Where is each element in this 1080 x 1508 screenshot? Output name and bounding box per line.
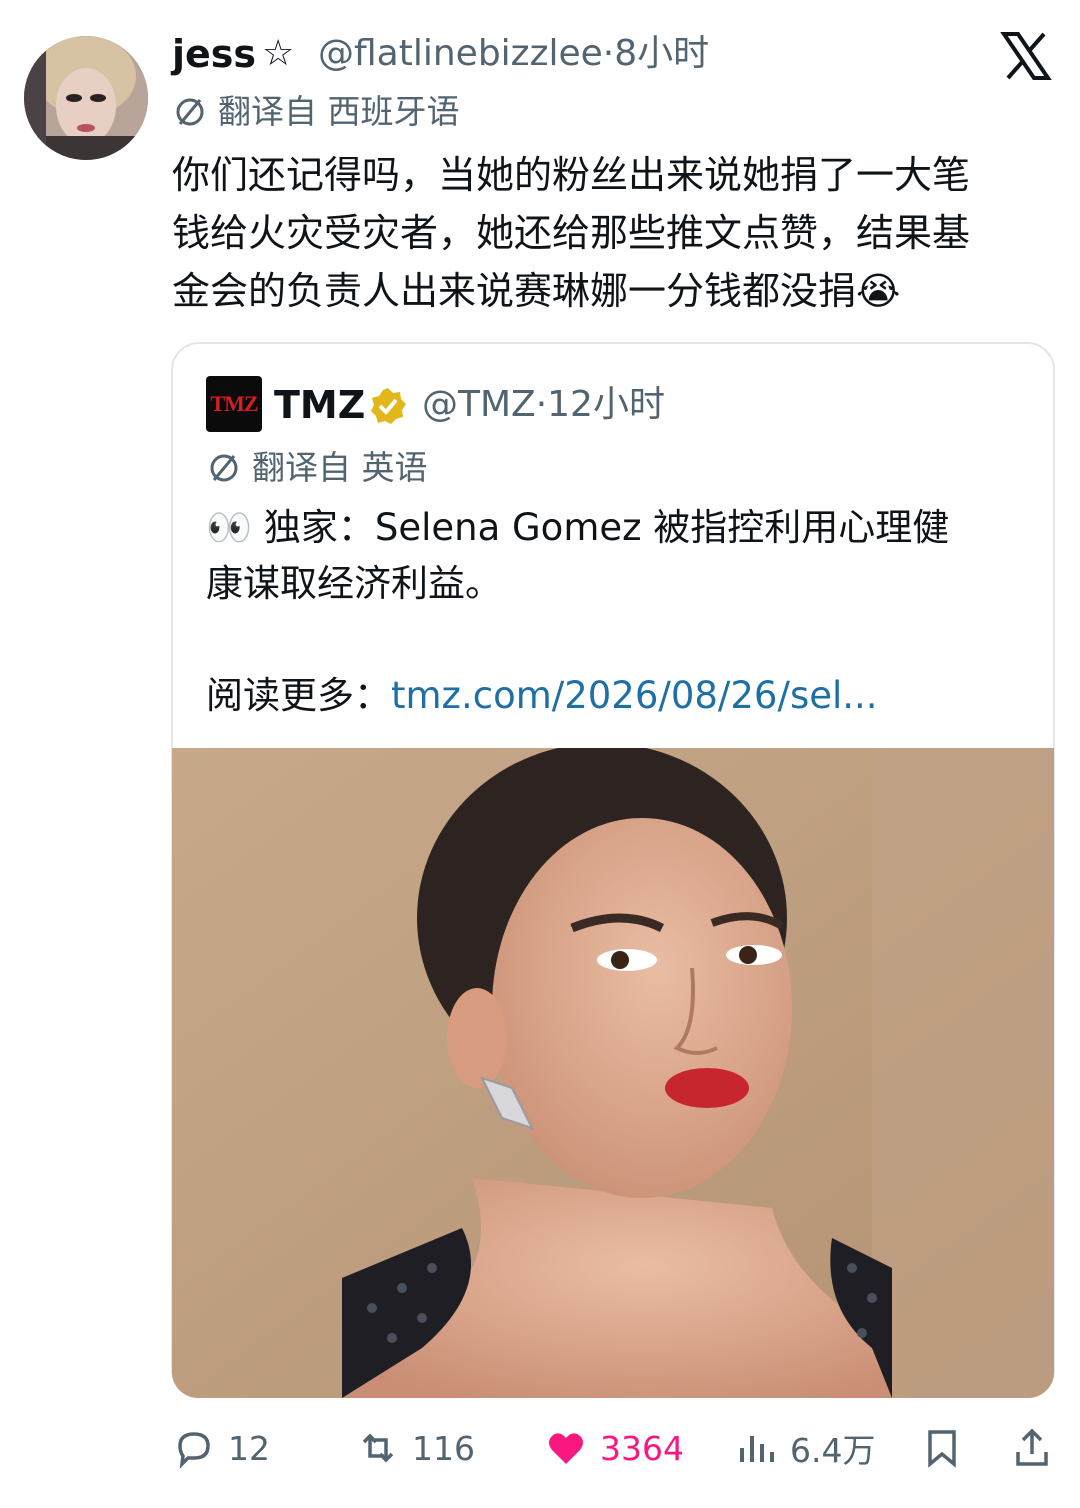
tweet-text-line: 金会的负责人出来说赛琳娜一分钱都没捐😭 bbox=[172, 269, 901, 313]
retweet-button[interactable]: 116 bbox=[356, 1416, 475, 1480]
quote-text-line: 康谋取经济利益。 bbox=[206, 562, 502, 605]
bookmark-button[interactable] bbox=[920, 1416, 964, 1480]
tweet-text-line: 钱给火灾受灾者，她还给那些推文点赞，结果基 bbox=[172, 211, 971, 255]
tmz-logo[interactable]: TMZ bbox=[206, 376, 262, 432]
quote-translated-from-label: 翻译自 英语 bbox=[252, 448, 428, 487]
author-handle-time[interactable]: @flatlinebizzlee·8小时 bbox=[318, 30, 709, 78]
read-more: 阅读更多：tmz.com/2026/08/26/sel... bbox=[206, 668, 878, 724]
views-count: 6.4万 bbox=[790, 1431, 876, 1470]
retweet-icon bbox=[362, 1433, 394, 1463]
like-count: 3364 bbox=[600, 1428, 684, 1468]
reply-icon bbox=[178, 1432, 210, 1469]
translate-icon bbox=[172, 94, 208, 130]
read-more-link[interactable]: tmz.com/2026/08/26/sel... bbox=[391, 674, 878, 717]
retweet-count: 116 bbox=[412, 1428, 475, 1468]
tweet-text-line: 你们还记得吗，当她的粉丝出来说她捐了一大笔 bbox=[172, 153, 971, 197]
translated-from-label: 翻译自 西班牙语 bbox=[218, 92, 460, 131]
heart-icon bbox=[549, 1433, 583, 1464]
tweet-text: 你们还记得吗，当她的粉丝出来说她捐了一大笔 钱给火灾受灾者，她还给那些推文点赞，… bbox=[172, 146, 1052, 320]
read-more-label: 阅读更多： bbox=[206, 674, 391, 717]
verified-icon bbox=[368, 386, 408, 426]
quote-handle-time[interactable]: @TMZ·12小时 bbox=[422, 380, 665, 430]
author-name[interactable]: jess bbox=[172, 30, 256, 78]
quote-photo[interactable] bbox=[172, 748, 1054, 1398]
share-icon bbox=[1016, 1428, 1048, 1466]
like-button[interactable]: 3364 bbox=[544, 1416, 684, 1480]
x-logo-icon[interactable] bbox=[1000, 30, 1052, 82]
bookmark-icon bbox=[928, 1430, 956, 1468]
translated-from[interactable]: 翻译自 西班牙语 bbox=[172, 90, 460, 134]
share-button[interactable] bbox=[1010, 1416, 1054, 1480]
quote-translated-from[interactable]: 翻译自 英语 bbox=[206, 446, 428, 490]
views-button[interactable]: 6.4万 bbox=[734, 1416, 875, 1480]
quote-text: 👀 独家：Selena Gomez 被指控利用心理健 康谋取经济利益。 bbox=[206, 500, 1026, 612]
quote-text-line: 👀 独家：Selena Gomez 被指控利用心理健 bbox=[206, 506, 950, 549]
views-icon bbox=[740, 1436, 774, 1462]
translate-icon bbox=[206, 450, 242, 486]
quote-author-name[interactable]: TMZ bbox=[274, 380, 365, 430]
reply-button[interactable]: 12 bbox=[172, 1416, 270, 1480]
reply-count: 12 bbox=[228, 1428, 270, 1468]
avatar[interactable] bbox=[24, 36, 148, 160]
author-star: ☆ bbox=[262, 33, 295, 74]
